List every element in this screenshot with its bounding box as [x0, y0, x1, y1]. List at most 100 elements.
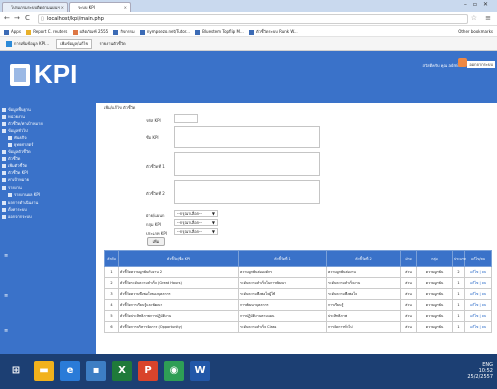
edit-delete-link[interactable]: แก้ไข | ลบ: [464, 266, 492, 278]
table-row: 2 ตัวชี้วัดระดับความสำเร็จ (Great Hours)…: [104, 277, 492, 289]
folder-icon: [2, 129, 6, 133]
word-icon[interactable]: W: [190, 361, 210, 381]
column-header: กลุ่ม: [416, 250, 453, 267]
sidebar-item[interactable]: รายงาน: [2, 185, 22, 190]
sidebar-item[interactable]: ออกจากระบบ: [2, 214, 32, 219]
kpi-table: ลำดับ ตัวชี้วัด/ชื่อ KPI ตัวชี้วัดที่ 1 …: [104, 250, 492, 333]
sidebar-item[interactable]: ตัวชี้วัด: [2, 156, 20, 161]
bookmark-item[interactable]: ตัวชี้วัดระบบ Runk W...: [249, 26, 298, 36]
ie-icon[interactable]: e: [60, 361, 80, 381]
close-icon[interactable]: ×: [124, 3, 127, 12]
edit-delete-link[interactable]: แก้ไข | ลบ: [464, 321, 492, 333]
app-tab[interactable]: การเพิ่มข้อมูล KPI...: [6, 37, 49, 51]
sidebar-item[interactable]: เพิ่มตัวชี้วัด: [2, 163, 27, 168]
column-header: ลำดับ: [104, 250, 119, 267]
chrome-icon[interactable]: ◉: [164, 361, 184, 381]
bookmark-other[interactable]: Other bookmarks: [458, 26, 493, 36]
app-tab-selected[interactable]: เพิ่มข้อมูล/แก้ไข: [56, 39, 93, 49]
folder-icon: [2, 201, 6, 205]
browser-tab-2[interactable]: ระบบ KPI ×: [69, 2, 131, 12]
address-bar[interactable]: ▯ localhost/kpi/main.php: [38, 14, 468, 24]
folder-icon: [2, 186, 6, 190]
page-icon: ▯: [41, 16, 44, 22]
reload-icon[interactable]: C: [25, 14, 30, 22]
sidebar-item[interactable]: ข้อมูลพื้นฐาน: [2, 107, 31, 112]
powerpoint-icon[interactable]: P: [138, 361, 158, 381]
folder-icon: [2, 171, 6, 175]
table-row: 3 ตัวชี้วัดความพึงพอใจของบุคลากร ระดับคว…: [104, 288, 492, 300]
logout-link[interactable]: ออกจากระบบ: [467, 61, 495, 68]
sidebar: ข้อมูลพื้นฐาน หน่วยงาน ตัวชี้วัด/ค่าเป้า…: [0, 103, 96, 354]
clock-date: 25/2/2557: [467, 374, 493, 380]
url-text: localhost/kpi/main.php: [47, 16, 104, 22]
kpi-code-label: รหัส KPI: [146, 118, 161, 123]
browser-tab-strip: โปรแกรมระบบติดตามแผนฯ × ระบบ KPI × –▫✕: [0, 0, 497, 12]
back-icon[interactable]: ←: [4, 14, 10, 22]
add-button[interactable]: เพิ่ม: [147, 237, 165, 246]
window-controls[interactable]: –▫✕: [464, 1, 494, 8]
kpi-code-input[interactable]: [174, 114, 198, 123]
bookmark-apps[interactable]: Apps: [4, 26, 21, 36]
star-icon[interactable]: ☆: [471, 14, 477, 22]
type-select[interactable]: --กรุณาเลือก-- ▼: [174, 228, 218, 235]
column-header: ตัวชี้วัดที่ 2: [326, 250, 401, 267]
folder-icon: [2, 208, 6, 212]
kpi-name-input[interactable]: [174, 126, 320, 148]
group-select[interactable]: --กรุณาเลือก-- ▼: [174, 219, 218, 226]
kpi-logo: KPI: [10, 55, 77, 99]
sidebar-item[interactable]: พันธกิจ: [8, 135, 27, 140]
sidebar-item[interactable]: ตั้งค่าระบบ: [2, 207, 27, 212]
sidebar-item[interactable]: รายงานผล KPI: [8, 192, 40, 197]
sidebar-item[interactable]: ข้อมูลทั่วไป: [2, 128, 28, 133]
sidebar-item[interactable]: ตัวชี้วัด/ค่าเป้าหมาย: [2, 121, 43, 126]
system-tray[interactable]: ENG 10:52 25/2/2557: [467, 362, 493, 380]
explorer-icon[interactable]: ▬: [34, 361, 54, 381]
forward-icon[interactable]: →: [14, 14, 20, 22]
sidebar-item[interactable]: ข้อมูลตัวชี้วัด: [2, 149, 31, 154]
sidebar-item[interactable]: ผลการดำเนินงาน: [2, 200, 38, 205]
app-tab-row: การเพิ่มข้อมูล KPI... เพิ่มข้อมูล/แก้ไข …: [0, 37, 497, 51]
edit-delete-link[interactable]: แก้ไข | ลบ: [464, 288, 492, 300]
index1-input[interactable]: [174, 152, 320, 176]
sidebar-item[interactable]: หน่วยงาน: [2, 114, 25, 119]
folder-icon: [2, 115, 6, 119]
table-row: 1 ตัวชี้วัดความผูกพันกับงาน 2 ความผูกพัน…: [104, 266, 492, 278]
menu-icon[interactable]: ≡: [485, 14, 491, 22]
edit-delete-link[interactable]: แก้ไข | ลบ: [464, 277, 492, 289]
start-icon[interactable]: ⊞: [6, 361, 26, 381]
folder-icon: [2, 122, 6, 126]
kpi-name-label: ชื่อ KPI: [146, 135, 159, 140]
bookmark-item[interactable]: กิจกรรม: [113, 26, 135, 36]
sidebar-item[interactable]: ค่าเป้าหมาย: [2, 177, 29, 182]
division-select[interactable]: --กรุณาเลือก-- ▼: [174, 210, 218, 217]
app-tab[interactable]: รายงานตัวชี้วัด: [100, 37, 126, 51]
folder-icon: [2, 178, 6, 182]
user-icon: [458, 58, 467, 67]
type-label: ประเภท KPI: [146, 231, 167, 236]
chevron-down-icon: ▼: [211, 220, 215, 225]
folder-icon: [2, 108, 6, 112]
doc-icon: [8, 193, 12, 197]
edit-delete-link[interactable]: แก้ไข | ลบ: [464, 310, 492, 322]
index2-input[interactable]: [174, 180, 320, 204]
bookmark-item[interactable]: Report C. reuters: [26, 26, 67, 36]
sidebar-item[interactable]: ยุทธศาสตร์: [8, 142, 33, 147]
media-icon[interactable]: ▪: [86, 361, 106, 381]
bookmark-item[interactable]: ผลิตภัณฑ์ 2555: [72, 26, 108, 36]
column-header: ตัวชี้วัด/ชื่อ KPI: [118, 250, 239, 267]
chevron-right-icon[interactable]: ≡: [4, 293, 8, 299]
chevron-right-icon[interactable]: ≡: [4, 328, 8, 334]
sidebar-item[interactable]: ตัวชี้วัด KPI: [2, 170, 28, 175]
bookmarks-bar: Apps Report C. reuters ผลิตภัณฑ์ 2555 กิ…: [0, 26, 497, 37]
edit-delete-link[interactable]: แก้ไข | ลบ: [464, 299, 492, 311]
chevron-right-icon[interactable]: ≡: [4, 253, 8, 259]
division-label: ฝ่าย/แผนก: [146, 213, 165, 218]
os-taskbar: ⊞ ▬ e ▪ X P ◉ W ENG 10:52 25/2/2557: [0, 354, 497, 389]
table-row: 4 ตัวชี้วัดการเรียนรู้และพัฒนา การพัฒนาบ…: [104, 299, 492, 311]
excel-icon[interactable]: X: [112, 361, 132, 381]
bookmark-item[interactable]: Bluestem Topflip M...: [195, 26, 244, 36]
close-icon[interactable]: ×: [61, 3, 64, 12]
bookmark-item[interactable]: nympsezo.net/Tutor...: [139, 26, 190, 36]
folder-icon: [2, 215, 6, 219]
browser-tab-1[interactable]: โปรแกรมระบบติดตามแผนฯ ×: [2, 2, 68, 12]
